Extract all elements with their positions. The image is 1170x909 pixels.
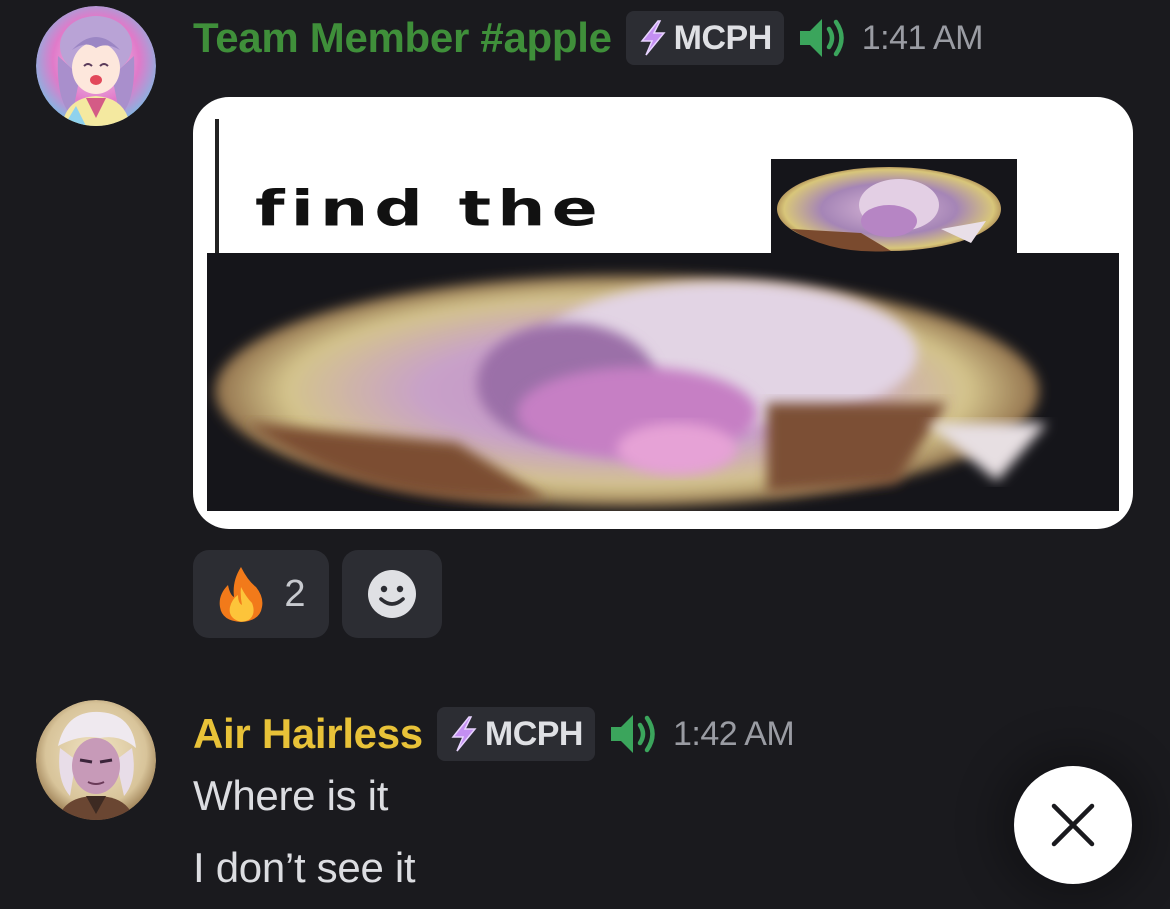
username[interactable]: Air Hairless (193, 710, 423, 758)
fire-emoji (220, 567, 263, 622)
lightning-bolt-icon (451, 716, 477, 752)
reactions-bar: 2 (193, 550, 442, 638)
avatar[interactable] (36, 700, 156, 820)
message-header: Team Member #apple MCPH 1:41 AM (193, 10, 984, 66)
smiley-icon (368, 570, 416, 618)
message-header: Air Hairless MCPH 1:42 AM (193, 706, 795, 762)
close-icon (1051, 803, 1095, 847)
guild-tag-label: MCPH (484, 714, 584, 753)
large-portrait-image (207, 253, 1119, 511)
chat-view: Team Member #apple MCPH 1:41 AM find the (0, 0, 1170, 909)
text-cursor-line (215, 119, 219, 255)
speaker-icon (799, 19, 844, 57)
reaction-count: 2 (284, 572, 306, 615)
guild-tag-badge[interactable]: MCPH (625, 11, 784, 65)
username[interactable]: Team Member #apple (193, 14, 612, 62)
close-button[interactable] (1014, 766, 1132, 884)
message-text: Where is it (193, 772, 389, 819)
meme-caption: find the (255, 181, 604, 238)
avatar[interactable] (36, 6, 156, 126)
guild-tag-badge[interactable]: MCPH (436, 707, 595, 761)
meme-image[interactable]: find the (193, 97, 1133, 529)
timestamp: 1:42 AM (672, 714, 795, 753)
lightning-bolt-icon (640, 20, 666, 56)
timestamp: 1:41 AM (861, 18, 984, 57)
speaker-icon (610, 715, 655, 753)
guild-tag-label: MCPH (673, 18, 773, 57)
add-reaction-button[interactable] (342, 550, 442, 638)
small-portrait-image (771, 159, 1017, 255)
meme-image-content: find the (193, 97, 1133, 529)
reaction-fire[interactable]: 2 (193, 550, 329, 638)
message-text: I don’t see it (193, 844, 416, 891)
